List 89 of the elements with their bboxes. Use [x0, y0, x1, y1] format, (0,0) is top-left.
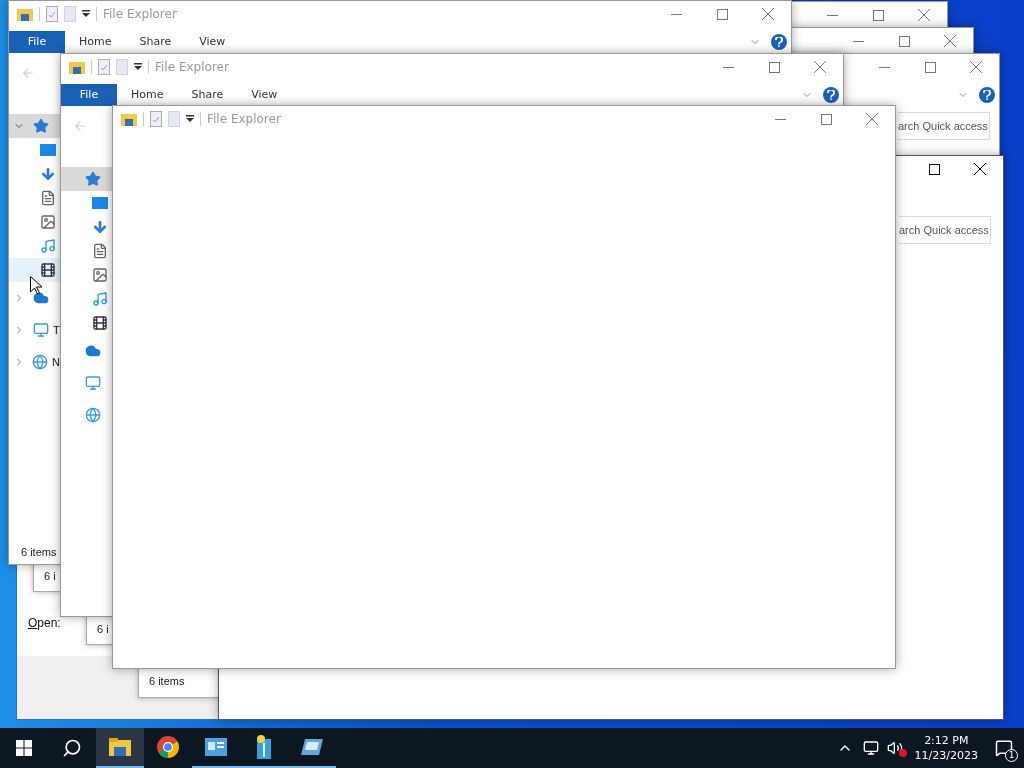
music-note-icon	[40, 238, 56, 254]
cloud-icon	[85, 343, 101, 359]
network-icon	[85, 407, 101, 423]
film-icon	[40, 262, 56, 278]
nav-label: N	[52, 356, 60, 368]
ribbon-tab[interactable]: Share	[177, 84, 238, 106]
ribbon-tab[interactable]: View	[185, 31, 240, 53]
checked-document-icon	[150, 111, 162, 127]
status-text: 6 i	[97, 622, 109, 638]
close-icon	[866, 113, 878, 125]
mouse-cursor-icon	[30, 276, 42, 295]
window-title: File Explorer	[155, 59, 229, 76]
document-icon	[116, 59, 128, 75]
close-icon	[814, 61, 826, 73]
time-text: 2:12 PM	[924, 733, 969, 748]
muted-speaker-icon[interactable]	[886, 740, 905, 756]
ribbon-tab[interactable]: File	[9, 31, 65, 53]
dropdown-icon	[134, 63, 142, 71]
folder-icon	[17, 7, 33, 21]
maximize-icon	[924, 61, 936, 73]
status-text: 6 i	[44, 568, 56, 584]
status-text: 6 items	[21, 544, 57, 560]
maximize-icon	[820, 113, 832, 125]
network-icon	[32, 354, 49, 370]
download-icon	[40, 166, 56, 182]
close-icon	[762, 8, 774, 20]
folder-icon	[109, 738, 131, 756]
ribbon-tab[interactable]: Share	[125, 31, 186, 53]
maximize-icon	[898, 35, 910, 47]
picture-icon	[92, 267, 108, 283]
maximize-icon	[928, 163, 940, 175]
maximize-icon	[716, 8, 728, 20]
date-text: 11/23/2023	[914, 748, 978, 763]
desktop-icon	[40, 143, 56, 157]
maximize-icon	[872, 9, 884, 21]
ribbon-tab[interactable]: File	[61, 84, 117, 106]
maximize-icon	[768, 61, 780, 73]
message-icon	[995, 739, 1013, 757]
folder-icon	[69, 60, 85, 74]
nav-label: T	[53, 324, 60, 336]
dropdown-icon	[186, 115, 194, 123]
desktop-icon	[92, 196, 108, 210]
document-icon	[168, 111, 180, 127]
document-icon	[40, 190, 56, 206]
window-title: File Explorer	[207, 111, 281, 128]
document-icon	[64, 6, 76, 22]
search-field[interactable]: arch Quick access	[899, 216, 991, 244]
document-icon	[92, 243, 108, 259]
ribbon-tab[interactable]: Home	[65, 31, 126, 53]
folder-icon	[121, 112, 137, 126]
windows-logo-icon	[16, 740, 32, 756]
chrome-icon	[156, 735, 180, 759]
notification-count: 1	[1005, 749, 1018, 762]
monitor-icon	[85, 375, 101, 391]
control-panel-icon	[205, 738, 227, 756]
open-label: Open:	[28, 615, 61, 632]
close-icon	[970, 61, 982, 73]
drive-icon	[300, 738, 324, 756]
star-icon	[85, 171, 101, 187]
search-field[interactable]: arch Quick access	[898, 112, 990, 140]
search-icon	[62, 738, 82, 758]
checked-document-icon	[98, 59, 110, 75]
nav-item[interactable]: T	[9, 314, 60, 346]
music-note-icon	[92, 291, 108, 307]
nav-item[interactable]: N	[9, 346, 60, 378]
star-icon	[33, 118, 49, 134]
notifications-button[interactable]: 1	[984, 728, 1024, 768]
archive-icon	[255, 735, 273, 759]
download-icon	[92, 219, 108, 235]
ribbon-tab[interactable]: Home	[117, 84, 178, 106]
close-icon	[944, 35, 956, 47]
film-icon	[92, 315, 108, 331]
nav-item[interactable]	[9, 258, 60, 282]
help-icon[interactable]	[979, 87, 995, 103]
help-icon[interactable]	[823, 87, 839, 103]
close-icon	[974, 163, 986, 175]
help-icon[interactable]	[771, 34, 787, 50]
cloud-icon	[33, 290, 49, 306]
network-icon[interactable]	[862, 740, 879, 756]
window-title: File Explorer	[103, 6, 177, 23]
taskbar-app[interactable]	[96, 728, 144, 768]
picture-icon	[40, 214, 56, 230]
clock[interactable]: 2:12 PM 11/23/2023	[908, 733, 984, 763]
dropdown-icon	[82, 10, 90, 18]
close-icon	[918, 9, 930, 21]
monitor-icon	[33, 322, 49, 338]
status-text: 6 items	[149, 673, 185, 689]
checked-document-icon	[46, 6, 58, 22]
ribbon-tab[interactable]: View	[237, 84, 292, 106]
